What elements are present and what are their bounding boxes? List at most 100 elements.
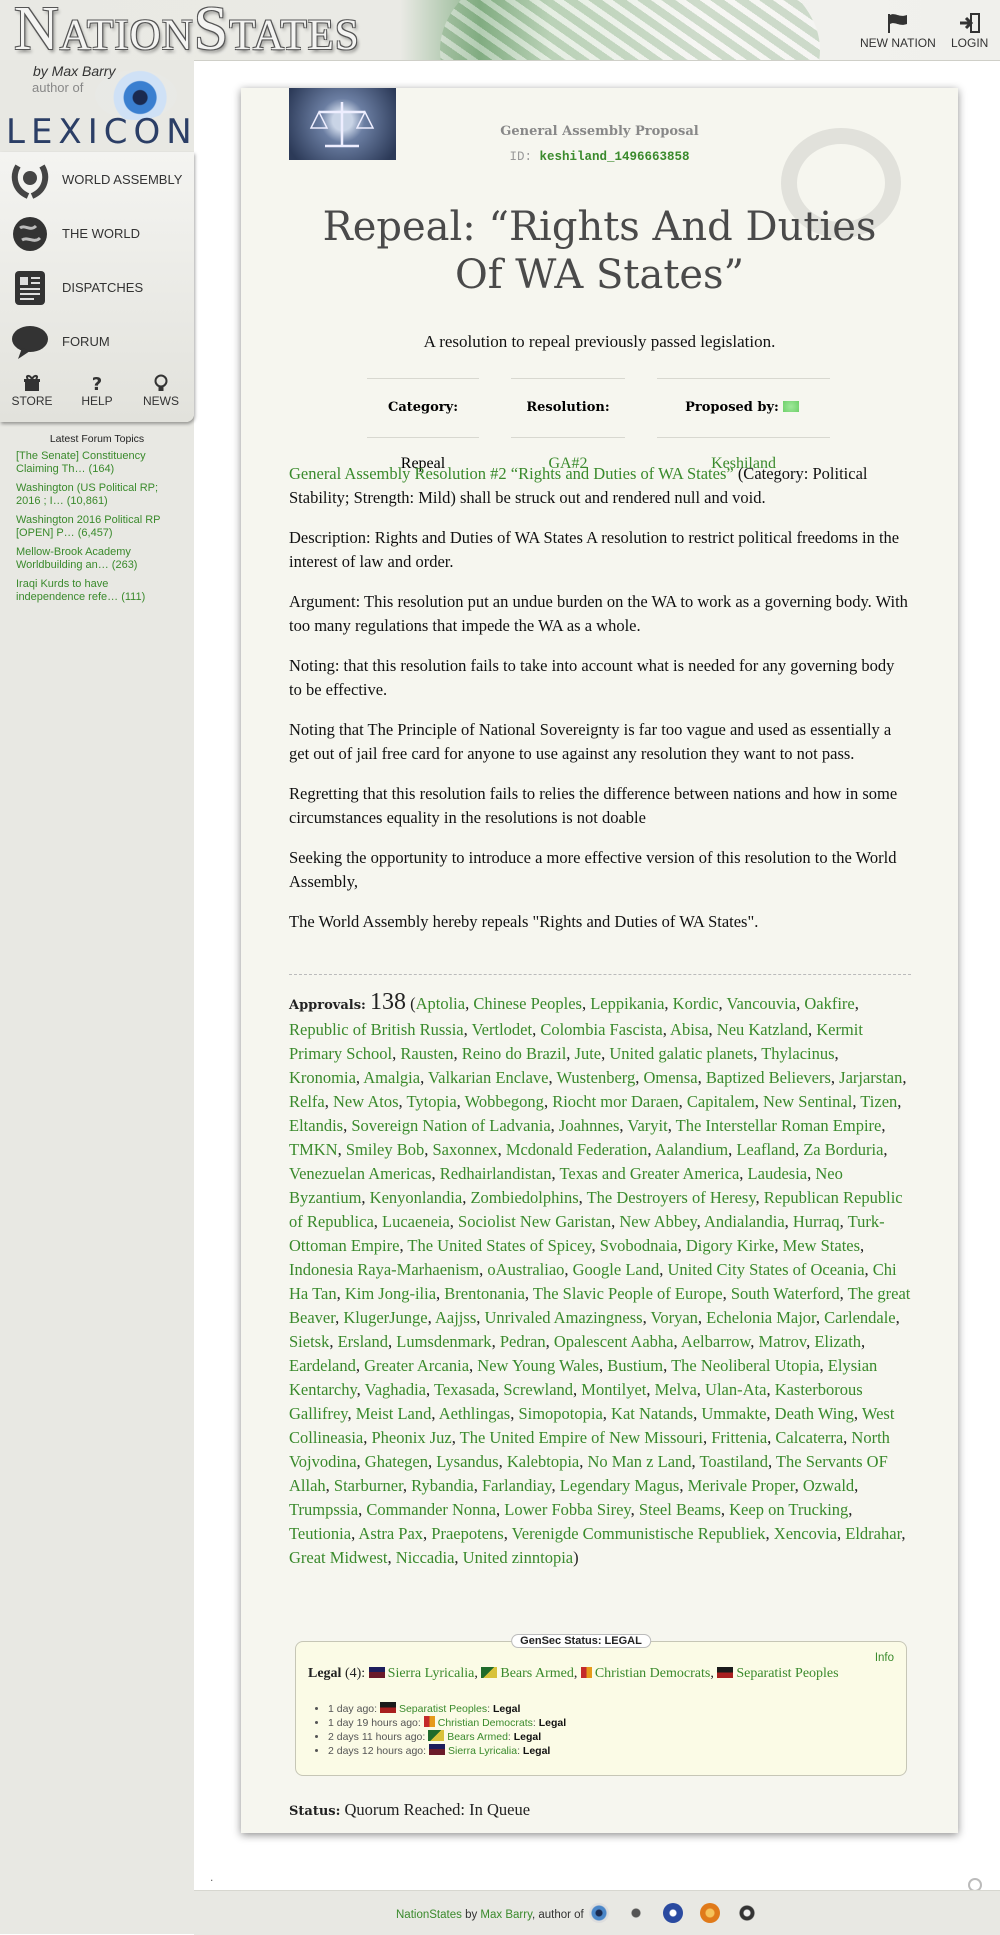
log-nation-link[interactable]: Bears Armed	[447, 1731, 508, 1743]
approval-nation-link[interactable]: Xencovia	[774, 1524, 837, 1543]
approval-nation-link[interactable]: Vertlodet	[472, 1020, 532, 1039]
approval-nation-link[interactable]: Jute	[575, 1044, 602, 1063]
approval-nation-link[interactable]: The United States of Spicey	[407, 1236, 591, 1255]
repealed-resolution-link[interactable]: General Assembly Resolution #2 “Rights a…	[289, 464, 734, 483]
approval-nation-link[interactable]: Wustenberg	[556, 1068, 635, 1087]
approval-nation-link[interactable]: The Slavic People of Europe	[533, 1284, 723, 1303]
approval-nation-link[interactable]: Pedran	[500, 1332, 546, 1351]
approval-nation-link[interactable]: Carlendale	[824, 1308, 895, 1327]
approval-nation-link[interactable]: Vaghadia	[365, 1380, 426, 1399]
approval-nation-link[interactable]: Digory Kirke	[686, 1236, 774, 1255]
approval-nation-link[interactable]: Valkarian Enclave	[428, 1068, 548, 1087]
approval-nation-link[interactable]: New Sentinal	[763, 1092, 852, 1111]
approval-nation-link[interactable]: Svobodnaia	[600, 1236, 678, 1255]
approval-nation-link[interactable]: Ozwald	[803, 1476, 854, 1495]
approval-nation-link[interactable]: Riocht mor Daraen	[552, 1092, 678, 1111]
approval-nation-link[interactable]: Unrivaled Amazingness	[484, 1308, 642, 1327]
gensec-info-link[interactable]: Info	[875, 1652, 894, 1664]
approval-nation-link[interactable]: Zombiedolphins	[470, 1188, 578, 1207]
approval-nation-link[interactable]: Indonesia Raya-Marhaenism	[289, 1260, 479, 1279]
approval-nation-link[interactable]: Calcaterra	[775, 1428, 843, 1447]
approval-nation-link[interactable]: KlugerJunge	[343, 1308, 427, 1327]
approval-nation-link[interactable]: Pheonix Juz	[371, 1428, 451, 1447]
approval-nation-link[interactable]: Opalescent Aabha	[554, 1332, 674, 1351]
approval-nation-link[interactable]: Amalgia	[363, 1068, 420, 1087]
approval-nation-link[interactable]: The Destroyers of Heresy	[587, 1188, 756, 1207]
approval-nation-link[interactable]: Lucaeneia	[382, 1212, 450, 1231]
approval-nation-link[interactable]: Mew States	[783, 1236, 860, 1255]
approval-nation-link[interactable]: Joahnnes	[559, 1116, 620, 1135]
approval-nation-link[interactable]: Relfa	[289, 1092, 325, 1111]
nav-forum[interactable]: FORUM	[0, 316, 194, 368]
approval-nation-link[interactable]: New Abbey	[619, 1212, 696, 1231]
forum-topic-link[interactable]: [The Senate] Constituency Claiming Th… (…	[16, 450, 180, 476]
approval-nation-link[interactable]: New Atos	[333, 1092, 399, 1111]
approval-nation-link[interactable]: Sociolist New Garistan	[458, 1212, 611, 1231]
new-nation-button[interactable]: NEW NATION	[860, 12, 936, 50]
forum-topic-link[interactable]: Washington (US Political RP; 2016 ; I… (…	[16, 482, 180, 508]
approval-nation-link[interactable]: Meist Land	[356, 1404, 432, 1423]
approval-nation-link[interactable]: Death Wing	[775, 1404, 854, 1423]
site-logo-title[interactable]: NationStates	[14, 0, 360, 60]
approval-nation-link[interactable]: Saxonnex	[432, 1140, 497, 1159]
approval-nation-link[interactable]: Elizath	[814, 1332, 861, 1351]
approval-nation-link[interactable]: Google Land	[573, 1260, 660, 1279]
approval-nation-link[interactable]: Colombia Fascista	[540, 1020, 662, 1039]
approval-nation-link[interactable]: The United Empire of New Missouri	[460, 1428, 703, 1447]
forum-topic-link[interactable]: Mellow-Brook Academy Worldbuilding an… (…	[16, 546, 180, 572]
approval-nation-link[interactable]: Sovereign Nation of Ladvania	[351, 1116, 550, 1135]
approval-nation-link[interactable]: Astra Pax	[358, 1524, 423, 1543]
approval-nation-link[interactable]: Andialandia	[704, 1212, 785, 1231]
approval-nation-link[interactable]: Aethlingas	[439, 1404, 511, 1423]
approval-nation-link[interactable]: Kim Jong-ilia	[345, 1284, 436, 1303]
jennifer-government-icon[interactable]	[663, 1903, 683, 1923]
gensec-voter-link[interactable]: Separatist Peoples	[736, 1666, 838, 1681]
approval-nation-link[interactable]: Texas and Greater America	[560, 1164, 740, 1183]
approval-nation-link[interactable]: Voryan	[651, 1308, 698, 1327]
approval-nation-link[interactable]: Brentonania	[444, 1284, 525, 1303]
approval-nation-link[interactable]: Steel Beams	[639, 1500, 721, 1519]
approval-nation-link[interactable]: Capitalem	[687, 1092, 755, 1111]
approval-nation-link[interactable]: Montilyet	[581, 1380, 646, 1399]
store-button[interactable]: STORE	[5, 374, 59, 408]
approval-nation-link[interactable]: Laudesia	[748, 1164, 808, 1183]
approval-nation-link[interactable]: Starburner	[334, 1476, 403, 1495]
approval-nation-link[interactable]: Chinese Peoples	[473, 994, 582, 1013]
approval-nation-link[interactable]: Eltandis	[289, 1116, 343, 1135]
approval-nation-link[interactable]: United zinntopia	[463, 1548, 573, 1567]
approval-nation-link[interactable]: No Man z Land	[588, 1452, 692, 1471]
approval-nation-link[interactable]: Wobbegong	[465, 1092, 544, 1111]
log-nation-link[interactable]: Sierra Lyricalia	[448, 1745, 517, 1757]
book-bird-icon[interactable]	[626, 1903, 646, 1923]
approval-nation-link[interactable]: Kat Natands	[611, 1404, 693, 1423]
login-button[interactable]: LOGIN	[951, 12, 988, 50]
approval-nation-link[interactable]: Toastiland	[699, 1452, 768, 1471]
approval-nation-link[interactable]: Reino do Brazil	[462, 1044, 566, 1063]
forum-topic-link[interactable]: Iraqi Kurds to have independence refe… (…	[16, 578, 180, 604]
approval-nation-link[interactable]: Keep on Trucking	[729, 1500, 848, 1519]
approval-nation-link[interactable]: United City States of Oceania	[668, 1260, 865, 1279]
approval-nation-link[interactable]: Simopotopia	[518, 1404, 602, 1423]
company-icon[interactable]	[700, 1903, 720, 1923]
approval-nation-link[interactable]: Kalebtopia	[507, 1452, 579, 1471]
approval-nation-link[interactable]: Bustium	[607, 1356, 663, 1375]
approval-nation-link[interactable]: Merivale Proper	[688, 1476, 795, 1495]
approval-nation-link[interactable]: Republic of British Russia	[289, 1020, 464, 1039]
approval-nation-link[interactable]: Vancouvia	[726, 994, 796, 1013]
approval-nation-link[interactable]: Matrov	[759, 1332, 807, 1351]
log-nation-link[interactable]: Separatist Peoples	[399, 1703, 487, 1715]
log-nation-link[interactable]: Christian Democrats	[438, 1717, 533, 1729]
approval-nation-link[interactable]: Thylacinus	[761, 1044, 834, 1063]
approval-nation-link[interactable]: The Interstellar Roman Empire	[676, 1116, 882, 1135]
approval-nation-link[interactable]: TMKN	[289, 1140, 338, 1159]
approval-nation-link[interactable]: Leppikania	[590, 994, 664, 1013]
gensec-voter-link[interactable]: Bears Armed	[500, 1666, 573, 1681]
approval-nation-link[interactable]: New Young Wales	[477, 1356, 599, 1375]
approval-nation-link[interactable]: Farlandiay	[482, 1476, 552, 1495]
approval-nation-link[interactable]: Tizen	[860, 1092, 897, 1111]
approval-nation-link[interactable]: Eardeland	[289, 1356, 356, 1375]
approval-nation-link[interactable]: Praepotens	[431, 1524, 503, 1543]
approval-nation-link[interactable]: Smiley Bob	[346, 1140, 424, 1159]
help-button[interactable]: ? HELP	[70, 374, 124, 408]
approval-nation-link[interactable]: Commander Nonna	[366, 1500, 496, 1519]
